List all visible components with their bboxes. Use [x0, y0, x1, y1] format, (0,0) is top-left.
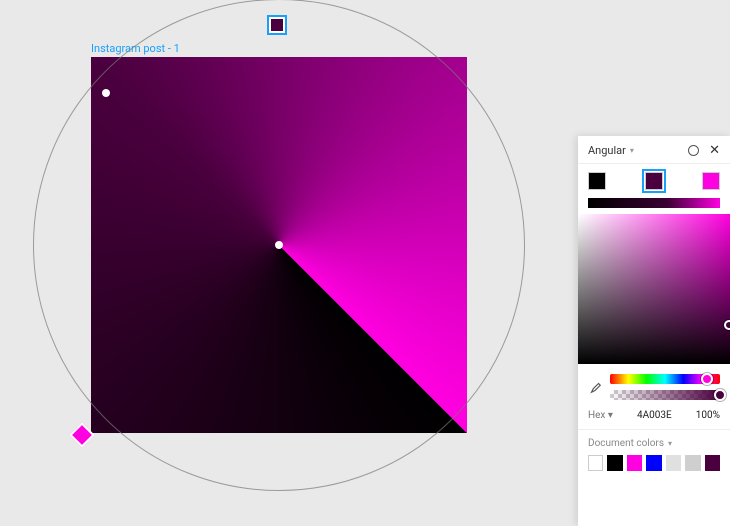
document-color-swatch[interactable] — [588, 455, 603, 471]
gradient-radius-handle[interactable] — [102, 89, 110, 97]
hue-slider[interactable] — [610, 374, 720, 384]
opacity-input[interactable]: 100% — [696, 410, 720, 421]
hue-thumb[interactable] — [701, 373, 713, 385]
blend-mode-icon[interactable] — [688, 145, 699, 156]
sliders-row — [578, 364, 730, 406]
panel-header: Angular ▾ ✕ — [578, 136, 730, 163]
document-colors-swatches — [578, 455, 730, 483]
alpha-slider[interactable] — [610, 390, 720, 400]
fill-type-label: Angular — [588, 144, 626, 157]
gradient-stops-row — [578, 164, 730, 198]
gradient-stop-swatch-0[interactable] — [588, 172, 606, 190]
sv-cursor[interactable] — [724, 320, 730, 330]
close-icon[interactable]: ✕ — [709, 144, 720, 157]
document-color-swatch[interactable] — [646, 455, 661, 471]
gradient-center-handle[interactable] — [275, 241, 283, 249]
eyedropper-icon[interactable] — [588, 380, 602, 394]
chevron-down-icon: ▾ — [608, 410, 613, 421]
hex-value-input[interactable]: 4A003E — [637, 410, 672, 421]
document-color-swatch[interactable] — [666, 455, 681, 471]
gradient-stop-swatch-2[interactable] — [702, 172, 720, 190]
chevron-down-icon: ▾ — [630, 146, 634, 155]
document-color-swatch[interactable] — [607, 455, 622, 471]
document-color-swatch[interactable] — [627, 455, 642, 471]
gradient-stop-swatch-1[interactable] — [645, 172, 663, 190]
color-mode-dropdown[interactable]: Hex ▾ — [588, 410, 613, 421]
hex-input-row: Hex ▾ 4A003E 100% — [578, 406, 730, 429]
document-color-swatch[interactable] — [705, 455, 720, 471]
alpha-thumb[interactable] — [714, 389, 726, 401]
fill-type-dropdown[interactable]: Angular ▾ — [588, 144, 634, 157]
document-colors-label: Document colors — [588, 438, 664, 449]
color-picker-panel: Angular ▾ ✕ Hex ▾ 4A003E 10 — [578, 136, 730, 526]
document-colors-header[interactable]: Document colors ▾ — [578, 430, 730, 455]
gradient-stop-handle-selected[interactable] — [267, 15, 287, 35]
gradient-preview-bar[interactable] — [588, 198, 720, 208]
chevron-down-icon: ▾ — [668, 439, 672, 448]
document-color-swatch[interactable] — [685, 455, 700, 471]
saturation-value-picker[interactable] — [578, 214, 730, 364]
artboard-label[interactable]: Instagram post - 1 — [91, 42, 180, 55]
